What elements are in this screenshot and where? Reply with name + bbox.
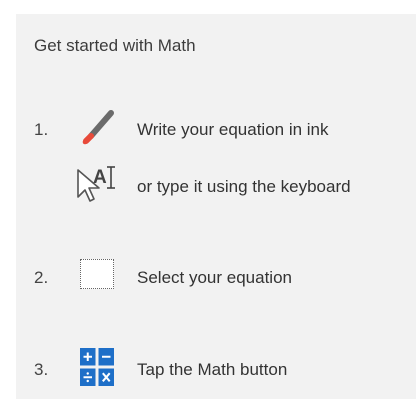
step-1-keyboard-text: or type it using the keyboard (137, 177, 351, 196)
keyboard-text-cursor-icon: A (77, 166, 115, 202)
get-started-math-panel: Get started with Math 1. Write your equa… (16, 14, 416, 399)
keyboard-icon-letter: A (93, 167, 107, 188)
ink-pen-icon (82, 110, 114, 145)
step-2-number: 2. (34, 268, 49, 287)
panel-title: Get started with Math (34, 36, 196, 55)
math-button-icon (80, 348, 114, 386)
step-3-number: 3. (34, 360, 49, 379)
step-2-text: Select your equation (137, 268, 292, 287)
selection-box-icon (80, 259, 114, 289)
step-1-ink-text: Write your equation in ink (137, 120, 329, 139)
step-3-text: Tap the Math button (137, 360, 288, 379)
step-1-number: 1. (34, 120, 49, 139)
